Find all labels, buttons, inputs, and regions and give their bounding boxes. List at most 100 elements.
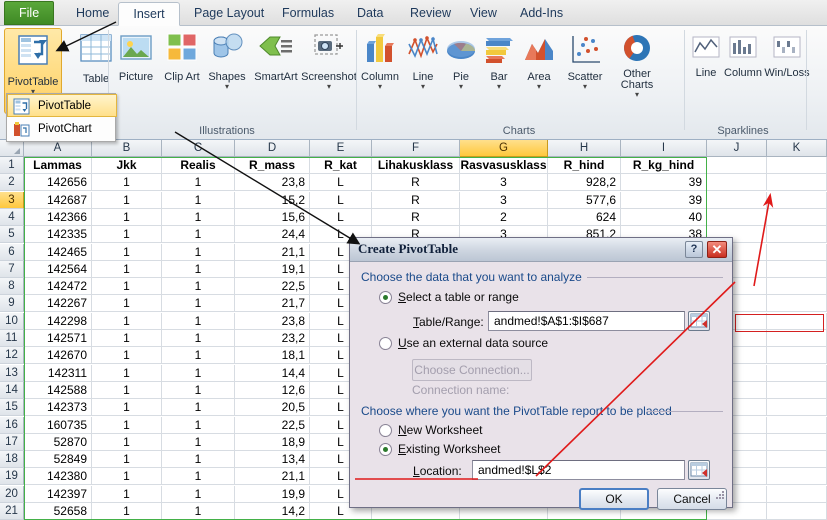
close-icon[interactable]: ✕ xyxy=(707,241,727,258)
tab-page-layout[interactable]: Page Layout xyxy=(184,2,274,26)
tab-formulas[interactable]: Formulas xyxy=(272,2,344,26)
data-cell[interactable]: 39 xyxy=(621,174,707,192)
resize-grip-icon[interactable] xyxy=(714,491,725,502)
data-cell[interactable]: 1 xyxy=(162,433,235,451)
data-cell[interactable]: 1 xyxy=(162,347,235,365)
data-cell[interactable]: 1 xyxy=(92,485,162,503)
data-cell[interactable]: 142267 xyxy=(24,295,92,313)
row-header-20[interactable]: 20 xyxy=(0,485,24,503)
data-cell[interactable]: 1 xyxy=(162,208,235,226)
data-cell[interactable]: 142670 xyxy=(24,347,92,365)
data-cell[interactable]: 23,2 xyxy=(235,330,310,347)
tab-review[interactable]: Review xyxy=(400,2,461,26)
header-cell[interactable]: R_mass xyxy=(235,157,310,174)
row-header-13[interactable]: 13 xyxy=(0,364,24,382)
empty-cell[interactable] xyxy=(767,347,827,365)
help-icon[interactable]: ? xyxy=(685,241,703,258)
empty-cell[interactable] xyxy=(767,226,827,244)
header-cell[interactable]: Realis xyxy=(162,157,235,174)
empty-cell[interactable] xyxy=(767,381,827,399)
data-cell[interactable]: 1 xyxy=(92,503,162,520)
empty-cell[interactable] xyxy=(767,485,827,503)
data-cell[interactable]: 52870 xyxy=(24,433,92,451)
column-header-b[interactable]: B xyxy=(92,140,162,157)
data-cell[interactable]: 1 xyxy=(162,174,235,192)
header-cell[interactable]: Jkk xyxy=(92,157,162,174)
row-header-18[interactable]: 18 xyxy=(0,451,24,469)
data-cell[interactable]: 1 xyxy=(92,364,162,382)
header-cell[interactable]: Rasvasusklass xyxy=(460,157,548,174)
tab-data[interactable]: Data xyxy=(347,2,393,26)
data-cell[interactable]: R xyxy=(372,208,460,226)
empty-cell[interactable] xyxy=(767,260,827,278)
column-chart-button[interactable]: Column ▾ xyxy=(358,32,402,91)
empty-cell[interactable] xyxy=(767,416,827,434)
tab-home[interactable]: Home xyxy=(66,2,119,26)
data-cell[interactable]: 928,2 xyxy=(548,174,621,192)
data-cell[interactable]: 12,6 xyxy=(235,381,310,399)
tab-addins[interactable]: Add-Ins xyxy=(510,2,573,26)
radio-new-worksheet[interactable] xyxy=(379,424,392,437)
data-cell[interactable]: 1 xyxy=(162,503,235,520)
empty-cell[interactable] xyxy=(767,451,827,469)
row-header-14[interactable]: 14 xyxy=(0,381,24,399)
table-range-input[interactable]: andmed!$A$1:$I$687 xyxy=(488,311,685,331)
row-header-8[interactable]: 8 xyxy=(0,278,24,296)
data-cell[interactable]: L xyxy=(310,208,372,226)
data-cell[interactable]: 19,1 xyxy=(235,260,310,278)
data-cell[interactable]: L xyxy=(310,174,372,192)
data-cell[interactable]: 3 xyxy=(460,174,548,192)
smartart-button[interactable]: SmartArt xyxy=(250,30,302,83)
data-cell[interactable]: 142298 xyxy=(24,312,92,330)
row-header-6[interactable]: 6 xyxy=(0,243,24,261)
data-cell[interactable]: 1 xyxy=(92,399,162,417)
data-cell[interactable]: 1 xyxy=(162,416,235,434)
data-cell[interactable]: 2 xyxy=(460,208,548,226)
data-cell[interactable]: 577,6 xyxy=(548,191,621,209)
data-cell[interactable]: 14,4 xyxy=(235,364,310,382)
data-cell[interactable]: 13,4 xyxy=(235,451,310,469)
area-chart-button[interactable]: Area ▾ xyxy=(519,32,559,91)
data-cell[interactable]: 1 xyxy=(92,243,162,261)
row-header-9[interactable]: 9 xyxy=(0,295,24,313)
data-cell[interactable]: 1 xyxy=(162,330,235,347)
ok-button[interactable]: OK xyxy=(579,488,649,510)
data-cell[interactable]: 1 xyxy=(92,451,162,469)
column-header-c[interactable]: C xyxy=(162,140,235,157)
data-cell[interactable]: 14,2 xyxy=(235,503,310,520)
empty-cell[interactable] xyxy=(707,191,767,209)
data-cell[interactable]: 142656 xyxy=(24,174,92,192)
tab-view[interactable]: View xyxy=(460,2,507,26)
data-cell[interactable]: 15,6 xyxy=(235,208,310,226)
data-cell[interactable]: 624 xyxy=(548,208,621,226)
pie-chart-button[interactable]: Pie ▾ xyxy=(444,32,478,91)
data-cell[interactable]: 24,4 xyxy=(235,226,310,244)
data-cell[interactable]: 142366 xyxy=(24,208,92,226)
row-header-4[interactable]: 4 xyxy=(0,208,24,226)
empty-cell[interactable] xyxy=(767,295,827,313)
data-cell[interactable]: 23,8 xyxy=(235,174,310,192)
data-cell[interactable]: 142380 xyxy=(24,468,92,486)
data-cell[interactable]: 1 xyxy=(162,468,235,486)
empty-cell[interactable] xyxy=(767,433,827,451)
data-cell[interactable]: 1 xyxy=(162,278,235,296)
empty-cell[interactable] xyxy=(767,174,827,192)
screenshot-button[interactable]: Screenshot ▾ xyxy=(300,30,358,91)
bar-chart-button[interactable]: Bar ▾ xyxy=(480,32,518,91)
row-header-15[interactable]: 15 xyxy=(0,399,24,417)
line-chart-button[interactable]: Line ▾ xyxy=(404,32,442,91)
row-header-16[interactable]: 16 xyxy=(0,416,24,434)
data-cell[interactable]: 160735 xyxy=(24,416,92,434)
picture-button[interactable]: Picture xyxy=(112,30,160,83)
column-header-a[interactable]: A xyxy=(24,140,92,157)
sparkline-line-button[interactable]: Line xyxy=(688,34,724,79)
range-picker-icon[interactable] xyxy=(688,311,710,331)
radio-existing-worksheet[interactable] xyxy=(379,443,392,456)
data-cell[interactable]: 142465 xyxy=(24,243,92,261)
column-header-e[interactable]: E xyxy=(310,140,372,157)
data-cell[interactable]: 1 xyxy=(92,278,162,296)
data-cell[interactable]: 142571 xyxy=(24,330,92,347)
data-cell[interactable]: 21,7 xyxy=(235,295,310,313)
radio-external-source[interactable] xyxy=(379,337,392,350)
empty-cell[interactable] xyxy=(707,174,767,192)
